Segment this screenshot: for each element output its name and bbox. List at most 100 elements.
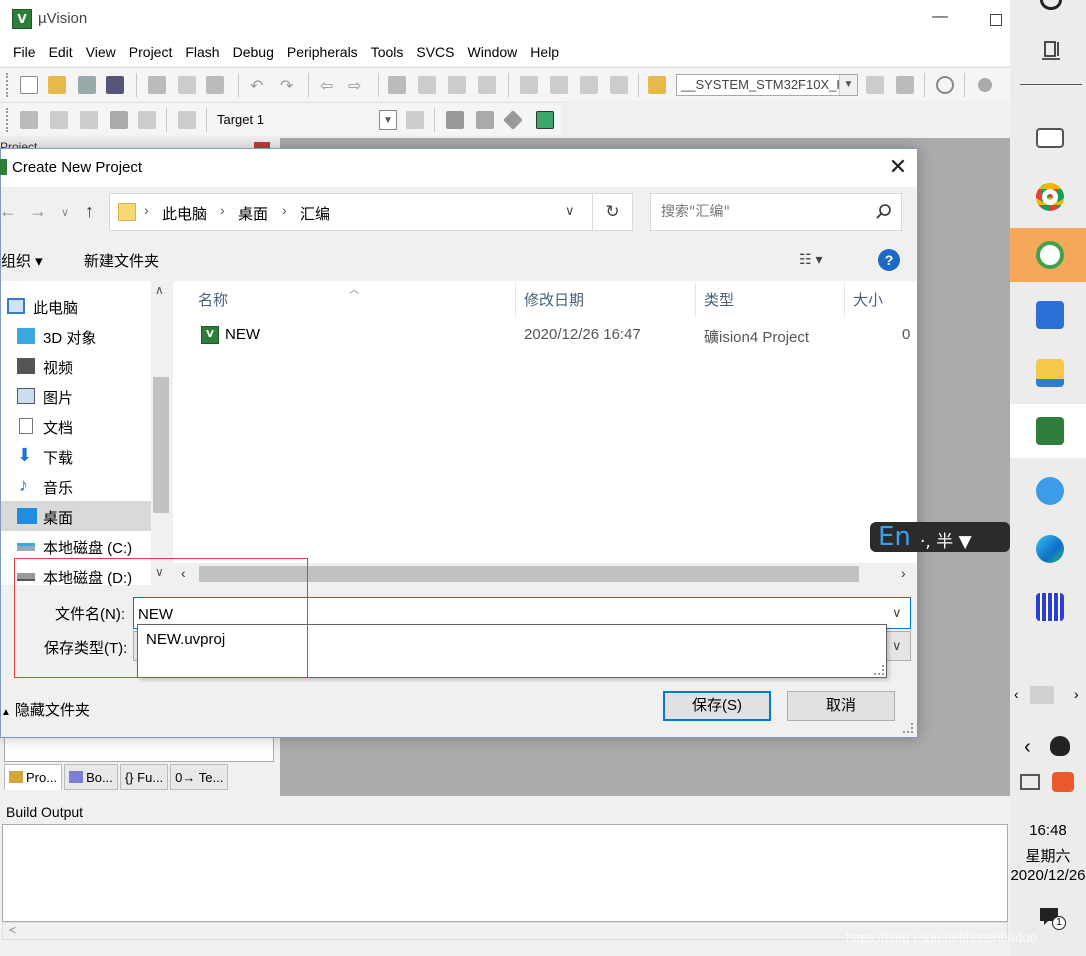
- translate-icon[interactable]: [20, 111, 38, 129]
- scroll-right-icon[interactable]: ›: [1074, 686, 1079, 702]
- zoom-icon[interactable]: [936, 76, 954, 94]
- rebuild-icon[interactable]: [80, 111, 98, 129]
- clock-weekday[interactable]: 星期六: [1010, 845, 1086, 866]
- undo-icon[interactable]: ↶: [250, 76, 268, 95]
- ime-indicator[interactable]: En ·, 半 ▼: [870, 522, 1010, 552]
- taskbar-app-360-browser[interactable]: [1010, 228, 1086, 282]
- breadcrumb-separator-icon[interactable]: ›: [144, 202, 149, 218]
- tab-functions[interactable]: {} Fu...: [119, 764, 169, 790]
- file-row[interactable]: V NEW 2020/12/26 16:47 礦ision4 Project 0: [173, 321, 917, 349]
- taskbar-app-unknown[interactable]: [1010, 580, 1086, 634]
- notification-center-button[interactable]: 1: [1038, 906, 1066, 930]
- menu-view[interactable]: View: [79, 40, 122, 66]
- scroll-thumb[interactable]: [1030, 686, 1054, 704]
- nav-drive-c[interactable]: 本地磁盘 (C:): [1, 531, 151, 561]
- select-packs-icon[interactable]: [476, 111, 494, 129]
- sogou-ime-icon[interactable]: [1052, 772, 1074, 792]
- nav-forward-icon[interactable]: ⇨: [348, 76, 366, 95]
- network-icon[interactable]: [1020, 774, 1040, 790]
- new-folder-button[interactable]: 新建文件夹: [84, 250, 159, 271]
- uncomment-icon[interactable]: [610, 76, 628, 94]
- nav-pictures[interactable]: 图片: [1, 381, 151, 411]
- cut-icon[interactable]: [148, 76, 166, 94]
- column-header-name[interactable]: 名称: [198, 289, 228, 310]
- taskbar-app-wps-writer[interactable]: [1010, 288, 1086, 342]
- save-button[interactable]: 保存(S): [663, 691, 771, 721]
- column-header-type[interactable]: 类型: [704, 289, 734, 310]
- manage-project-icon[interactable]: [446, 111, 464, 129]
- bookmark-icon[interactable]: [388, 76, 406, 94]
- download-icon[interactable]: [178, 111, 196, 129]
- column-header-modified[interactable]: 修改日期: [524, 289, 584, 310]
- next-bookmark-icon[interactable]: [448, 76, 466, 94]
- minimize-button[interactable]: —: [932, 8, 948, 28]
- column-divider[interactable]: [844, 283, 845, 317]
- batch-build-icon[interactable]: [110, 111, 128, 129]
- forward-arrow-icon[interactable]: →: [29, 201, 47, 222]
- resize-grip-icon[interactable]: [903, 723, 913, 733]
- breadcrumb-separator-icon[interactable]: ›: [220, 202, 225, 218]
- project-tree[interactable]: [4, 734, 274, 762]
- menu-project[interactable]: Project: [122, 40, 179, 66]
- help-icon[interactable]: ?: [878, 249, 900, 271]
- nav-music[interactable]: ♪ 音乐: [1, 471, 151, 501]
- indent-icon[interactable]: [520, 76, 538, 94]
- nav-documents[interactable]: 文档: [1, 411, 151, 441]
- manage-rte-icon[interactable]: [503, 110, 523, 130]
- cancel-button[interactable]: 取消: [787, 691, 895, 721]
- breadcrumb-this-pc[interactable]: 此电脑: [162, 203, 207, 224]
- scroll-up-icon[interactable]: ∧: [155, 283, 164, 297]
- breadcrumb-desktop[interactable]: 桌面: [238, 203, 268, 224]
- menu-window[interactable]: Window: [461, 40, 524, 66]
- breadcrumb-current-folder[interactable]: 汇编: [300, 203, 330, 224]
- nav-back-icon[interactable]: ⇦: [320, 76, 338, 95]
- debug-settings-icon[interactable]: [896, 76, 914, 94]
- tab-templates[interactable]: 0→ Te...: [170, 764, 229, 790]
- nav-desktop[interactable]: 桌面: [1, 501, 151, 531]
- nav-downloads[interactable]: ⬇ 下载: [1, 441, 151, 471]
- tab-books[interactable]: Bo...: [64, 764, 118, 790]
- menu-file[interactable]: File: [6, 40, 42, 66]
- nav-3d-objects[interactable]: 3D 对象: [1, 321, 151, 351]
- taskbar-scrollbar[interactable]: ‹ ›: [1014, 684, 1086, 706]
- target-combo[interactable]: Target 1 ▼: [212, 109, 398, 131]
- menu-peripherals[interactable]: Peripherals: [280, 40, 364, 66]
- pack-installer-icon[interactable]: [536, 111, 554, 129]
- organize-menu[interactable]: 组织 ▾: [1, 250, 43, 271]
- maximize-button[interactable]: [990, 14, 1002, 26]
- search-icon[interactable]: [875, 203, 893, 221]
- column-divider[interactable]: [515, 283, 516, 317]
- taskbar-app-360-security[interactable]: [1010, 464, 1086, 518]
- breadcrumb-separator-icon[interactable]: ›: [282, 202, 287, 218]
- taskbar-app-keil-uvision[interactable]: [1010, 404, 1086, 458]
- new-file-icon[interactable]: [20, 76, 38, 94]
- scroll-thumb[interactable]: [153, 377, 169, 513]
- prev-bookmark-icon[interactable]: [418, 76, 436, 94]
- taskbar-app-edge[interactable]: [1010, 522, 1086, 576]
- close-icon[interactable]: ✕: [886, 155, 910, 179]
- unindent-icon[interactable]: [550, 76, 568, 94]
- search-input[interactable]: [661, 202, 861, 222]
- address-bar[interactable]: › 此电脑 › 桌面 › 汇编 ∨: [109, 193, 593, 231]
- stop-build-icon[interactable]: [138, 111, 156, 129]
- menu-flash[interactable]: Flash: [178, 40, 225, 66]
- column-header-size[interactable]: 大小: [853, 289, 883, 310]
- search-box[interactable]: [650, 193, 902, 231]
- chevron-down-icon[interactable]: ▼: [839, 75, 857, 95]
- target-options-icon[interactable]: [406, 111, 424, 129]
- clock-date[interactable]: 2020/12/26: [1010, 867, 1086, 884]
- hide-folders-toggle[interactable]: ▲ 隐藏文件夹: [1, 699, 90, 720]
- find-in-files-icon[interactable]: [648, 76, 666, 94]
- scroll-left-icon[interactable]: ‹: [1014, 686, 1019, 702]
- recent-dropdown-icon[interactable]: ∨: [61, 206, 69, 219]
- column-divider[interactable]: [695, 283, 696, 317]
- nav-this-pc[interactable]: 此电脑: [1, 291, 151, 321]
- qq-icon[interactable]: [1050, 736, 1070, 756]
- nav-videos[interactable]: 视频: [1, 351, 151, 381]
- resize-grip-icon[interactable]: [874, 665, 884, 675]
- redo-icon[interactable]: ↷: [280, 76, 298, 95]
- paste-icon[interactable]: [206, 76, 224, 94]
- menu-tools[interactable]: Tools: [364, 40, 410, 66]
- build-output-text[interactable]: [2, 824, 1008, 922]
- menu-svcs[interactable]: SVCS: [409, 40, 460, 66]
